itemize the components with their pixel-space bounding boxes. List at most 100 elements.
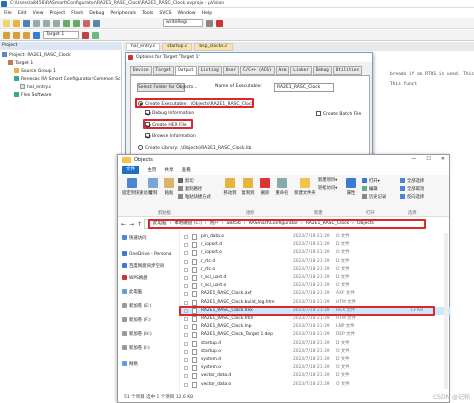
copy-icon[interactable]: [43, 19, 50, 27]
easy-access-button[interactable]: 轻松访问▾: [318, 186, 337, 192]
batch-file-checkbox[interactable]: Create Batch File: [316, 111, 361, 118]
tab-debug[interactable]: Debug: [312, 66, 332, 75]
debug-info-checkbox[interactable]: Debug Information: [145, 110, 194, 117]
manage-components-icon[interactable]: [92, 31, 99, 39]
new-file-icon[interactable]: [3, 19, 10, 27]
paste-button[interactable]: 粘贴: [162, 178, 176, 196]
file-row[interactable]: RA2E1_RASC_Clock.axf 2023/7/18 21:39 AXF 文…: [181, 290, 450, 298]
tab-utilities[interactable]: Utilities: [332, 66, 363, 75]
copy-button[interactable]: 复制: [146, 178, 160, 196]
menu-file[interactable]: File: [4, 11, 12, 16]
search-combo[interactable]: writeRegi: [163, 19, 203, 27]
menu-debug[interactable]: Debug: [89, 11, 104, 16]
back-icon[interactable]: ←: [121, 221, 126, 228]
file-row[interactable]: r_rtc.d 2023/7/18 21:39 D 文件: [181, 258, 450, 266]
file-row[interactable]: vector_data.d 2023/7/18 21:39 D 文件: [181, 372, 450, 380]
file-row[interactable]: startup.o 2023/7/18 21:39 O 文件: [181, 348, 450, 356]
row-checkbox[interactable]: [184, 276, 188, 280]
close-button[interactable]: ✕: [441, 156, 445, 162]
file-row[interactable]: r_ioport.o 2023/7/18 21:39 O 文件: [181, 249, 450, 257]
row-checkbox[interactable]: [184, 341, 188, 346]
properties-button[interactable]: 属性: [344, 178, 358, 196]
new-item-button[interactable]: 新建项目▾: [318, 178, 337, 184]
download-icon[interactable]: [33, 31, 40, 39]
row-checkbox[interactable]: [184, 235, 188, 239]
translate-icon[interactable]: [3, 31, 10, 39]
new-folder-button[interactable]: 新建文件夹: [294, 178, 316, 196]
delete-button[interactable]: 删除: [258, 178, 272, 196]
row-checkbox[interactable]: [184, 292, 188, 297]
nav-drive-f[interactable]: 新加卷 (F:): [122, 317, 151, 323]
open-button[interactable]: 打开▾: [362, 178, 380, 185]
menu-project[interactable]: Project: [50, 11, 66, 16]
nav-drive-i[interactable]: 新加卷 (I:): [122, 345, 150, 351]
rename-button[interactable]: 重命名: [274, 178, 290, 196]
create-lib-radio[interactable]: Create Library: .\Objects\RA2E1_RASC_Clo…: [138, 145, 251, 152]
tab-listing[interactable]: Listing: [197, 66, 222, 75]
cut-button[interactable]: 剪切: [178, 178, 194, 185]
invert-selection-button[interactable]: 反向选择: [400, 194, 424, 201]
file-row[interactable]: r_rtc.o 2023/7/18 21:39 O 文件: [181, 266, 450, 274]
file-row[interactable]: vector_data.o 2023/7/18 21:39 O 文件: [181, 381, 450, 389]
file-row[interactable]: system.o 2023/7/18 21:39 O 文件: [181, 364, 450, 372]
tree-hal-entry[interactable]: hal_entry.c: [20, 84, 51, 90]
find-icon[interactable]: [206, 19, 213, 27]
file-row[interactable]: RA2E1_RASC_Clock.lnp 2023/7/18 21:39 LNP 文…: [181, 323, 450, 331]
row-checkbox[interactable]: [184, 333, 188, 338]
up-icon[interactable]: ↑: [137, 221, 142, 228]
row-checkbox[interactable]: [184, 259, 188, 264]
tab-cpp[interactable]: C/C++ (AC6): [240, 66, 275, 75]
nav-baidu[interactable]: 百度网盘同步空间: [122, 263, 164, 269]
menu-edit[interactable]: Edit: [18, 11, 27, 16]
nav-drive-e[interactable]: 新加卷 (E:): [122, 303, 151, 309]
copy-to-button[interactable]: 复制到: [240, 178, 256, 196]
tree-project-root[interactable]: Project: RA2E1_RASC_Clock: [2, 52, 71, 58]
row-checkbox[interactable]: [184, 374, 188, 379]
paste-icon[interactable]: [53, 19, 60, 27]
file-row[interactable]: r_ioport.d 2023/7/18 21:39 D 文件: [181, 241, 450, 249]
name-field[interactable]: RA2E1_RASC_Clock: [274, 83, 334, 92]
tab-output[interactable]: Output: [175, 66, 197, 75]
row-checkbox[interactable]: [184, 267, 188, 272]
tree-source-group[interactable]: Source Group 1: [14, 68, 56, 74]
redo-icon[interactable]: [73, 19, 80, 27]
minimize-button[interactable]: —: [411, 156, 416, 162]
nav-onedrive[interactable]: OneDrive - Persona: [122, 251, 171, 257]
menu-help[interactable]: Help: [202, 11, 212, 16]
scrollbar[interactable]: [444, 233, 448, 389]
nav-wps[interactable]: WPS网盘: [122, 275, 148, 281]
nav-this-pc[interactable]: 此电脑: [122, 289, 142, 295]
forward-icon[interactable]: →: [129, 221, 134, 228]
row-checkbox[interactable]: [184, 358, 188, 362]
file-row[interactable]: pin_data.o 2023/7/18 21:39 O 文件: [181, 233, 450, 241]
nav-quick-access[interactable]: 快速访问: [122, 235, 147, 241]
nav-network[interactable]: 网络: [122, 361, 138, 367]
row-checkbox[interactable]: [184, 325, 188, 330]
file-row[interactable]: startup.d 2023/7/18 21:39 D 文件: [181, 340, 450, 348]
tab-bsp-clocks[interactable]: bsp_clocks.c: [194, 42, 233, 51]
undo-icon[interactable]: [63, 19, 70, 27]
tab-file[interactable]: 文件: [122, 166, 140, 174]
save-icon[interactable]: [23, 19, 30, 27]
menu-window[interactable]: Window: [178, 11, 196, 16]
tree-target[interactable]: Target 1: [8, 60, 33, 66]
row-checkbox[interactable]: [184, 284, 188, 289]
select-none-button[interactable]: 全部取消: [400, 186, 424, 193]
tree-rasc-group[interactable]: Renesas RA Smart Configurator:Common Sc: [14, 76, 120, 82]
tab-asm[interactable]: Asm: [275, 66, 290, 75]
file-row[interactable]: RA2E1_RASC_Clock.htm 2023/7/18 21:39 HTM 文…: [181, 315, 450, 323]
tab-user[interactable]: User: [222, 66, 240, 75]
tab-device[interactable]: Device: [130, 66, 152, 75]
tab-view[interactable]: 查看: [182, 167, 191, 173]
target-select[interactable]: Target 1: [43, 31, 79, 39]
menu-tools[interactable]: Tools: [142, 11, 153, 16]
debug-start-icon[interactable]: [216, 19, 223, 27]
row-checkbox[interactable]: [184, 382, 188, 387]
nav-drive-h[interactable]: 新加卷 (H:): [122, 331, 152, 337]
history-button[interactable]: 历史记录: [362, 194, 386, 201]
menu-flash[interactable]: Flash: [71, 11, 83, 16]
menu-view[interactable]: View: [33, 11, 44, 16]
file-row[interactable]: RA2E1_RASC_Clock_Target 1.dep 2023/7/18 2…: [181, 331, 450, 339]
tab-share[interactable]: 共享: [164, 167, 173, 173]
maximize-button[interactable]: ☐: [426, 156, 430, 162]
